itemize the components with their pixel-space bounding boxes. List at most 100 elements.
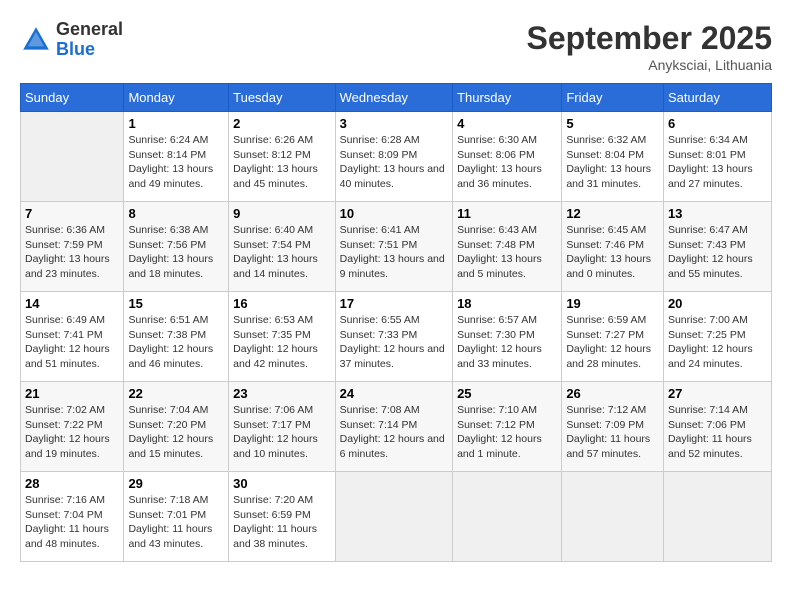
day-info: Sunrise: 6:41 AMSunset: 7:51 PMDaylight:… — [340, 223, 448, 282]
day-number: 30 — [233, 476, 331, 491]
page-header: General Blue September 2025 Anyksciai, L… — [20, 20, 772, 73]
header-sunday: Sunday — [21, 84, 124, 112]
day-info: Sunrise: 7:16 AMSunset: 7:04 PMDaylight:… — [25, 493, 119, 552]
day-number: 19 — [566, 296, 659, 311]
day-info: Sunrise: 7:18 AMSunset: 7:01 PMDaylight:… — [128, 493, 224, 552]
day-number: 25 — [457, 386, 557, 401]
day-number: 26 — [566, 386, 659, 401]
day-number: 10 — [340, 206, 448, 221]
day-number: 28 — [25, 476, 119, 491]
day-info: Sunrise: 6:36 AMSunset: 7:59 PMDaylight:… — [25, 223, 119, 282]
calendar-table: SundayMondayTuesdayWednesdayThursdayFrid… — [20, 83, 772, 562]
calendar-header-row: SundayMondayTuesdayWednesdayThursdayFrid… — [21, 84, 772, 112]
header-monday: Monday — [124, 84, 229, 112]
logo: General Blue — [20, 20, 123, 60]
day-info: Sunrise: 6:38 AMSunset: 7:56 PMDaylight:… — [128, 223, 224, 282]
logo-blue: Blue — [56, 39, 95, 59]
month-title: September 2025 — [527, 20, 772, 57]
day-number: 3 — [340, 116, 448, 131]
calendar-cell: 20 Sunrise: 7:00 AMSunset: 7:25 PMDayligh… — [663, 292, 771, 382]
day-info: Sunrise: 6:59 AMSunset: 7:27 PMDaylight:… — [566, 313, 659, 372]
day-number: 15 — [128, 296, 224, 311]
header-saturday: Saturday — [663, 84, 771, 112]
calendar-cell: 4 Sunrise: 6:30 AMSunset: 8:06 PMDaylight… — [453, 112, 562, 202]
calendar-cell — [663, 472, 771, 562]
day-info: Sunrise: 6:51 AMSunset: 7:38 PMDaylight:… — [128, 313, 224, 372]
day-info: Sunrise: 6:55 AMSunset: 7:33 PMDaylight:… — [340, 313, 448, 372]
calendar-cell: 3 Sunrise: 6:28 AMSunset: 8:09 PMDaylight… — [335, 112, 452, 202]
calendar-cell: 1 Sunrise: 6:24 AMSunset: 8:14 PMDaylight… — [124, 112, 229, 202]
calendar-cell: 27Sunrise: 7:14 AMSunset: 7:06 PMDayligh… — [663, 382, 771, 472]
day-number: 22 — [128, 386, 224, 401]
day-info: Sunrise: 7:12 AMSunset: 7:09 PMDaylight:… — [566, 403, 659, 462]
logo-icon — [20, 24, 52, 56]
calendar-cell: 17 Sunrise: 6:55 AMSunset: 7:33 PMDayligh… — [335, 292, 452, 382]
day-info: Sunrise: 6:26 AMSunset: 8:12 PMDaylight:… — [233, 133, 331, 192]
logo-text: General Blue — [56, 20, 123, 60]
logo-general: General — [56, 19, 123, 39]
day-number: 5 — [566, 116, 659, 131]
calendar-cell: 26 Sunrise: 7:12 AMSunset: 7:09 PMDayligh… — [562, 382, 664, 472]
day-number: 16 — [233, 296, 331, 311]
day-info: Sunrise: 7:10 AMSunset: 7:12 PMDaylight:… — [457, 403, 557, 462]
calendar-cell: 10 Sunrise: 6:41 AMSunset: 7:51 PMDayligh… — [335, 202, 452, 292]
day-number: 13 — [668, 206, 767, 221]
calendar-cell: 13 Sunrise: 6:47 AMSunset: 7:43 PMDayligh… — [663, 202, 771, 292]
calendar-cell: 28 Sunrise: 7:16 AMSunset: 7:04 PMDayligh… — [21, 472, 124, 562]
header-friday: Friday — [562, 84, 664, 112]
calendar-cell: 9 Sunrise: 6:40 AMSunset: 7:54 PMDaylight… — [229, 202, 336, 292]
day-info: Sunrise: 6:47 AMSunset: 7:43 PMDaylight:… — [668, 223, 767, 282]
day-info: Sunrise: 7:00 AMSunset: 7:25 PMDaylight:… — [668, 313, 767, 372]
day-info: Sunrise: 7:06 AMSunset: 7:17 PMDaylight:… — [233, 403, 331, 462]
day-info: Sunrise: 6:57 AMSunset: 7:30 PMDaylight:… — [457, 313, 557, 372]
week-row-2: 7 Sunrise: 6:36 AMSunset: 7:59 PMDaylight… — [21, 202, 772, 292]
calendar-cell — [453, 472, 562, 562]
calendar-cell: 18 Sunrise: 6:57 AMSunset: 7:30 PMDayligh… — [453, 292, 562, 382]
calendar-cell: 15 Sunrise: 6:51 AMSunset: 7:38 PMDayligh… — [124, 292, 229, 382]
location: Anyksciai, Lithuania — [527, 57, 772, 73]
day-info: Sunrise: 7:04 AMSunset: 7:20 PMDaylight:… — [128, 403, 224, 462]
calendar-cell: 7 Sunrise: 6:36 AMSunset: 7:59 PMDaylight… — [21, 202, 124, 292]
day-info: Sunrise: 6:40 AMSunset: 7:54 PMDaylight:… — [233, 223, 331, 282]
day-number: 7 — [25, 206, 119, 221]
day-number: 4 — [457, 116, 557, 131]
day-info: Sunrise: 6:28 AMSunset: 8:09 PMDaylight:… — [340, 133, 448, 192]
calendar-cell: 11 Sunrise: 6:43 AMSunset: 7:48 PMDayligh… — [453, 202, 562, 292]
week-row-5: 28 Sunrise: 7:16 AMSunset: 7:04 PMDayligh… — [21, 472, 772, 562]
day-info: Sunrise: 6:24 AMSunset: 8:14 PMDaylight:… — [128, 133, 224, 192]
header-thursday: Thursday — [453, 84, 562, 112]
calendar-cell: 22 Sunrise: 7:04 AMSunset: 7:20 PMDayligh… — [124, 382, 229, 472]
calendar-cell: 21Sunrise: 7:02 AMSunset: 7:22 PMDayligh… — [21, 382, 124, 472]
calendar-cell: 16Sunrise: 6:53 AMSunset: 7:35 PMDayligh… — [229, 292, 336, 382]
calendar-cell: 8 Sunrise: 6:38 AMSunset: 7:56 PMDaylight… — [124, 202, 229, 292]
day-number: 1 — [128, 116, 224, 131]
calendar-cell: 23Sunrise: 7:06 AMSunset: 7:17 PMDayligh… — [229, 382, 336, 472]
day-info: Sunrise: 6:32 AMSunset: 8:04 PMDaylight:… — [566, 133, 659, 192]
day-info: Sunrise: 7:20 AMSunset: 6:59 PMDaylight:… — [233, 493, 331, 552]
day-number: 17 — [340, 296, 448, 311]
day-number: 11 — [457, 206, 557, 221]
calendar-cell: 5 Sunrise: 6:32 AMSunset: 8:04 PMDaylight… — [562, 112, 664, 202]
calendar-cell: 2 Sunrise: 6:26 AMSunset: 8:12 PMDaylight… — [229, 112, 336, 202]
week-row-3: 14 Sunrise: 6:49 AMSunset: 7:41 PMDayligh… — [21, 292, 772, 382]
day-number: 29 — [128, 476, 224, 491]
day-info: Sunrise: 6:45 AMSunset: 7:46 PMDaylight:… — [566, 223, 659, 282]
day-info: Sunrise: 6:49 AMSunset: 7:41 PMDaylight:… — [25, 313, 119, 372]
header-tuesday: Tuesday — [229, 84, 336, 112]
week-row-4: 21Sunrise: 7:02 AMSunset: 7:22 PMDayligh… — [21, 382, 772, 472]
calendar-cell: 24Sunrise: 7:08 AMSunset: 7:14 PMDayligh… — [335, 382, 452, 472]
day-number: 9 — [233, 206, 331, 221]
day-number: 8 — [128, 206, 224, 221]
calendar-cell: 12Sunrise: 6:45 AMSunset: 7:46 PMDayligh… — [562, 202, 664, 292]
week-row-1: 1 Sunrise: 6:24 AMSunset: 8:14 PMDaylight… — [21, 112, 772, 202]
header-wednesday: Wednesday — [335, 84, 452, 112]
day-number: 2 — [233, 116, 331, 131]
calendar-cell: 30 Sunrise: 7:20 AMSunset: 6:59 PMDayligh… — [229, 472, 336, 562]
day-number: 6 — [668, 116, 767, 131]
day-number: 20 — [668, 296, 767, 311]
day-info: Sunrise: 6:43 AMSunset: 7:48 PMDaylight:… — [457, 223, 557, 282]
calendar-cell: 6Sunrise: 6:34 AMSunset: 8:01 PMDaylight… — [663, 112, 771, 202]
day-number: 14 — [25, 296, 119, 311]
day-number: 18 — [457, 296, 557, 311]
day-info: Sunrise: 6:30 AMSunset: 8:06 PMDaylight:… — [457, 133, 557, 192]
